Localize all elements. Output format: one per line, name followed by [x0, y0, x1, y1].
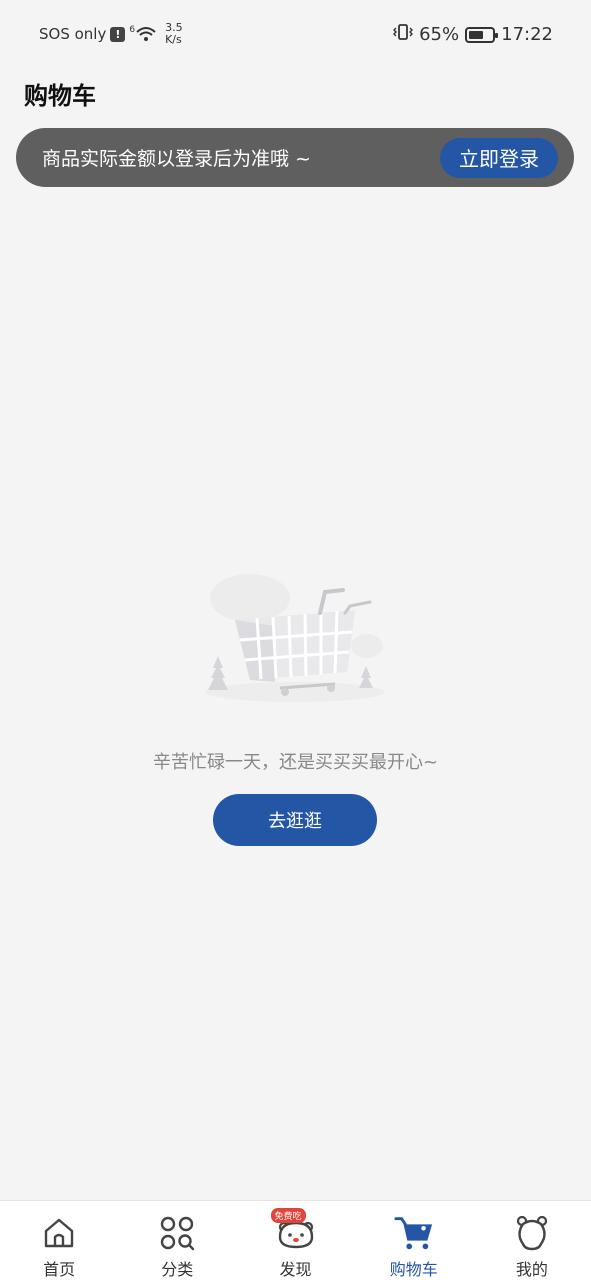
nav-label-cart: 购物车 [389, 1260, 438, 1279]
empty-cart-icon [205, 574, 385, 702]
wifi-icon: 6 [129, 25, 157, 43]
cart-page: SOS only ! 6 3.5 K/s 65% 17:22 购物车 商品实际金… [0, 0, 591, 1280]
profile-icon [512, 1213, 552, 1253]
empty-cart-message: 辛苦忙碌一天，还是买买买最开心~ [152, 752, 439, 773]
battery-percent: 65% [419, 24, 460, 45]
battery-fill [469, 30, 484, 39]
nav-label-home: 首页 [43, 1260, 76, 1279]
bottom-nav: 首页 分类 免费吃 发现 购物车 我的 [0, 1200, 591, 1280]
status-left: SOS only ! 6 3.5 K/s [39, 22, 183, 46]
status-right: 65% 17:22 [393, 22, 553, 47]
page-title: 购物车 [24, 82, 96, 110]
login-banner: 商品实际金额以登录后为准哦 ~ 立即登录 [16, 128, 574, 187]
status-bar: SOS only ! 6 3.5 K/s 65% 17:22 [0, 0, 591, 66]
nav-item-cart[interactable]: 购物车 [355, 1201, 473, 1280]
go-shopping-button[interactable]: 去逛逛 [213, 794, 377, 846]
nav-label-profile: 我的 [515, 1260, 548, 1279]
vibrate-icon [393, 22, 414, 47]
login-button[interactable]: 立即登录 [440, 137, 558, 178]
alert-icon: ! [110, 26, 126, 42]
nav-item-discover[interactable]: 免费吃 发现 [236, 1201, 354, 1280]
clock: 17:22 [501, 24, 553, 45]
carrier-text: SOS only [39, 25, 107, 43]
empty-cart-illustration [195, 568, 395, 708]
battery-icon [465, 26, 499, 43]
cart-icon [394, 1213, 434, 1253]
nav-label-discover: 发现 [279, 1260, 312, 1279]
category-icon [157, 1213, 197, 1253]
nav-item-home[interactable]: 首页 [0, 1201, 118, 1280]
login-banner-text: 商品实际金额以登录后为准哦 ~ [42, 148, 311, 170]
free-food-badge: 免费吃 [270, 1208, 306, 1223]
nav-item-category[interactable]: 分类 [118, 1201, 236, 1280]
network-speed: 3.5 K/s [165, 22, 183, 46]
home-icon [39, 1213, 79, 1253]
nav-label-category: 分类 [161, 1260, 194, 1279]
speed-unit: K/s [165, 33, 182, 46]
nav-item-profile[interactable]: 我的 [473, 1201, 591, 1280]
